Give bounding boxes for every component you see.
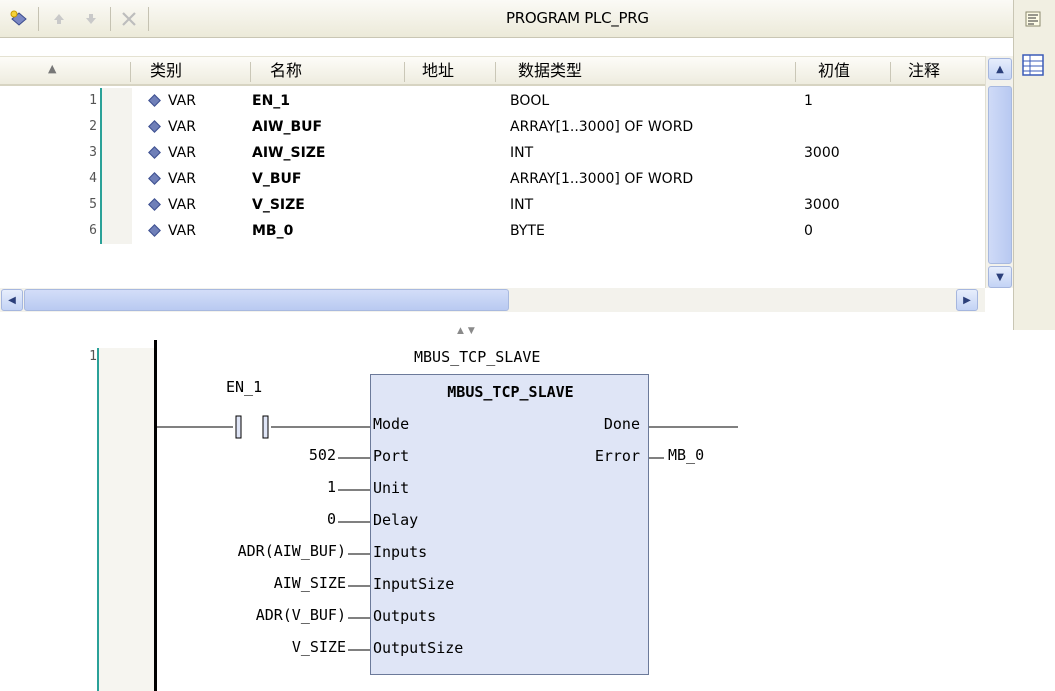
column-header-comment[interactable]: 注释: [908, 57, 940, 85]
toolbar-separator: [148, 7, 149, 31]
horizontal-scroll-thumb[interactable]: [24, 289, 509, 311]
vertical-scrollbar[interactable]: ▲ ▼: [985, 56, 1013, 288]
text-view-icon[interactable]: [1018, 6, 1048, 32]
row-number: 2: [89, 119, 97, 134]
output-pin-error: Error: [594, 447, 640, 465]
row-kind: VAR: [168, 93, 196, 109]
row-name: AIW_BUF: [252, 119, 323, 135]
variable-icon: [148, 94, 161, 107]
sort-up-icon[interactable]: ▲: [48, 55, 56, 83]
row-type: ARRAY[1..3000] OF WORD: [510, 171, 694, 187]
vertical-scroll-thumb[interactable]: [988, 86, 1012, 264]
function-block-type: MBUS_TCP_SLAVE: [447, 383, 574, 401]
row-type: BOOL: [510, 93, 550, 109]
row-name: AIW_SIZE: [252, 145, 326, 161]
instance-name[interactable]: MBUS_TCP_SLAVE: [414, 348, 540, 366]
variable-declarations-table: ▲ 类别 名称 地址 数据类型 初值 注释 1 VAR EN_1 BOOL 1 …: [0, 38, 1013, 312]
ladder-editor: 1 EN_1 MBUS_TCP_SLAVE MBUS_TCP_SLAVE Mod…: [0, 334, 1055, 691]
table-row[interactable]: 5 VAR V_SIZE INT 3000: [0, 192, 985, 218]
arg-port[interactable]: 502: [309, 446, 336, 464]
row-name: V_BUF: [252, 171, 302, 187]
output-pin-done: Done: [603, 415, 640, 433]
row-name: MB_0: [252, 223, 294, 239]
arg-error[interactable]: MB_0: [668, 446, 704, 464]
toolbar-separator: [110, 7, 111, 31]
horizontal-scrollbar[interactable]: ◀ ▶: [0, 288, 985, 312]
row-number: 4: [89, 171, 97, 186]
row-kind: VAR: [168, 171, 196, 187]
column-header-initial-value[interactable]: 初值: [818, 57, 850, 85]
row-type: INT: [510, 145, 534, 161]
contact-variable[interactable]: EN_1: [226, 378, 262, 396]
variable-icon: [148, 120, 161, 133]
input-pin-delay: Delay: [373, 511, 419, 529]
arg-delay[interactable]: 0: [327, 510, 336, 528]
scroll-right-icon[interactable]: ▶: [956, 289, 978, 311]
scroll-up-icon[interactable]: ▲: [988, 58, 1012, 80]
row-init: 3000: [804, 145, 840, 161]
move-up-icon[interactable]: [46, 6, 72, 32]
column-header-name[interactable]: 名称: [270, 57, 302, 85]
table-row[interactable]: 4 VAR V_BUF ARRAY[1..3000] OF WORD: [0, 166, 985, 192]
table-row[interactable]: 3 VAR AIW_SIZE INT 3000: [0, 140, 985, 166]
row-init: 1: [804, 93, 813, 109]
column-header-category[interactable]: 类别: [150, 57, 182, 85]
table-row[interactable]: 1 VAR EN_1 BOOL 1: [0, 88, 985, 114]
row-type: ARRAY[1..3000] OF WORD: [510, 119, 694, 135]
input-pin-mode: Mode: [373, 415, 410, 433]
row-name: EN_1: [252, 93, 291, 109]
contact-symbol[interactable]: [233, 414, 271, 440]
row-kind: VAR: [168, 197, 196, 213]
table-row[interactable]: 2 VAR AIW_BUF ARRAY[1..3000] OF WORD: [0, 114, 985, 140]
scroll-left-icon[interactable]: ◀: [1, 289, 23, 311]
table-header: ▲ 类别 名称 地址 数据类型 初值 注释: [0, 56, 985, 86]
row-number: 1: [89, 93, 97, 108]
new-variable-icon[interactable]: [6, 6, 32, 32]
input-pin-inputs: Inputs: [373, 543, 428, 561]
function-block[interactable]: MBUS_TCP_SLAVE Mode Port Unit Delay Inpu…: [370, 374, 649, 675]
arg-outputsize[interactable]: V_SIZE: [292, 638, 346, 656]
input-pin-outputs: Outputs: [373, 607, 437, 625]
move-down-icon[interactable]: [78, 6, 104, 32]
row-type: INT: [510, 197, 534, 213]
row-type: BYTE: [510, 223, 545, 239]
arg-outputs[interactable]: ADR(V_BUF): [256, 606, 346, 624]
arg-unit[interactable]: 1: [327, 478, 336, 496]
variable-icon: [148, 146, 161, 159]
row-kind: VAR: [168, 119, 196, 135]
column-header-data-type[interactable]: 数据类型: [518, 57, 582, 85]
row-init: 0: [804, 223, 813, 239]
row-init: 3000: [804, 197, 840, 213]
row-number: 3: [89, 145, 97, 160]
view-switch-strip: [1013, 0, 1055, 330]
row-kind: VAR: [168, 223, 196, 239]
input-pin-port: Port: [373, 447, 410, 465]
table-row[interactable]: 6 VAR MB_0 BYTE 0: [0, 218, 985, 244]
row-number: 6: [89, 223, 97, 238]
input-pin-unit: Unit: [373, 479, 410, 497]
scroll-down-icon[interactable]: ▼: [988, 266, 1012, 288]
row-kind: VAR: [168, 145, 196, 161]
variable-icon: [148, 198, 161, 211]
program-title: PROGRAM PLC_PRG: [506, 9, 649, 27]
toolbar-separator: [38, 7, 39, 31]
row-name: V_SIZE: [252, 197, 305, 213]
input-pin-outputsize: OutputSize: [373, 639, 464, 657]
row-number: 5: [89, 197, 97, 212]
arg-inputsize[interactable]: AIW_SIZE: [274, 574, 346, 592]
input-pin-inputsize: InputSize: [373, 575, 455, 593]
table-view-icon[interactable]: [1018, 52, 1048, 78]
arg-inputs[interactable]: ADR(AIW_BUF): [238, 542, 346, 560]
variable-icon: [148, 172, 161, 185]
pane-splitter[interactable]: [0, 326, 1013, 334]
column-header-address[interactable]: 地址: [422, 57, 454, 85]
variable-icon: [148, 224, 161, 237]
delete-icon[interactable]: [116, 6, 142, 32]
editor-toolbar: PROGRAM PLC_PRG: [0, 0, 1013, 38]
